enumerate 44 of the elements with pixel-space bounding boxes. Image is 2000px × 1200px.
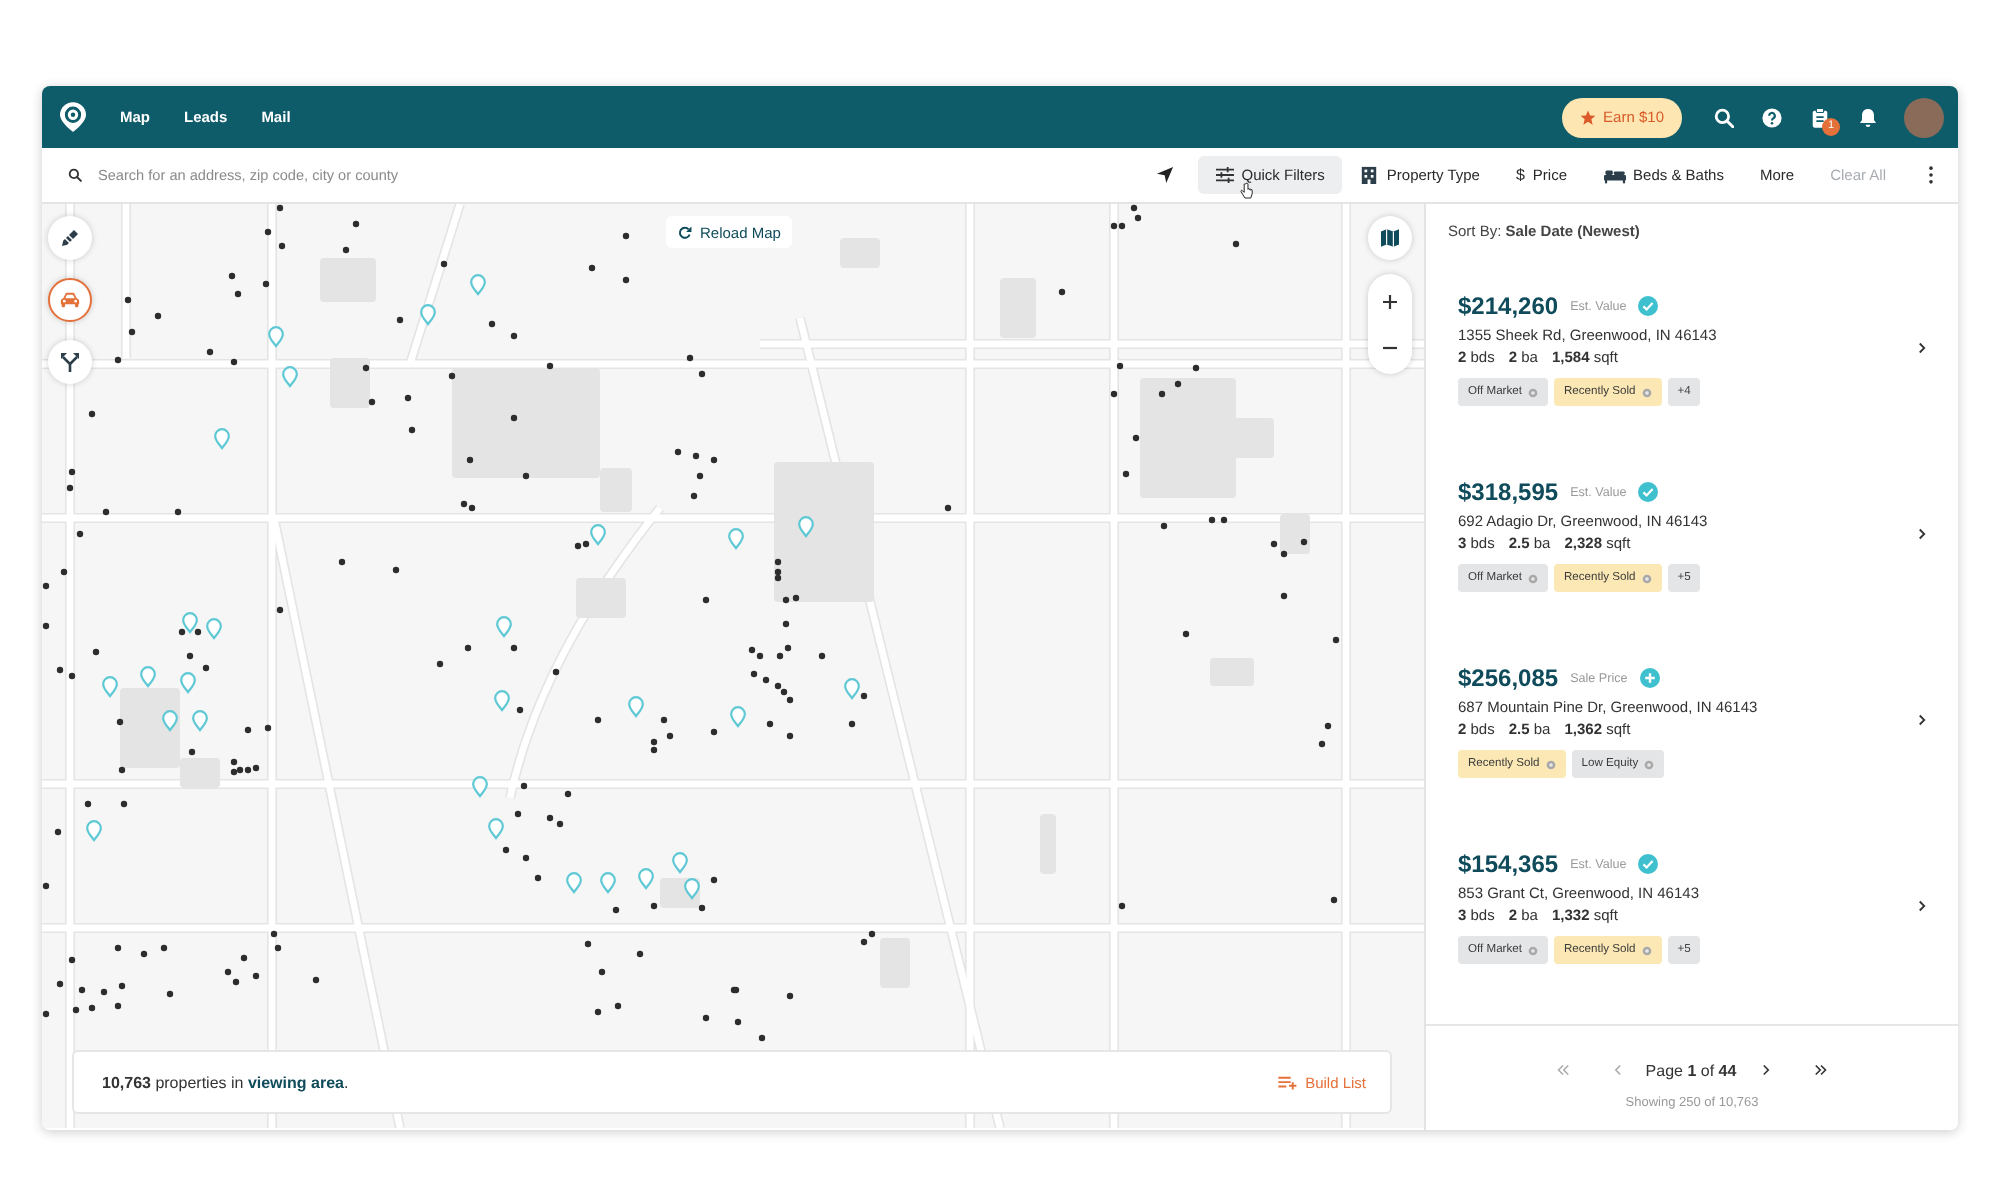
kebab-menu-icon[interactable] [1928,166,1934,184]
property-count-text: 10,763 properties in viewing area. [102,1073,349,1091]
info-icon [1527,945,1538,955]
info-icon [1545,759,1556,769]
next-page-icon[interactable] [1762,1064,1771,1076]
price-text: $214,260 [1458,292,1559,320]
search-icon[interactable] [1714,107,1734,127]
chevron-right-icon[interactable] [1918,714,1926,726]
search-icon [68,168,82,182]
chevron-right-icon[interactable] [1918,528,1926,540]
chevron-right-icon[interactable] [1918,342,1926,354]
info-icon [1641,573,1652,583]
sliders-icon [1215,166,1234,184]
hand-cursor-icon [1239,182,1254,200]
map-icon [1380,228,1400,248]
fork-icon [60,352,80,372]
plus-icon [1382,293,1398,309]
viewing-area-link[interactable]: viewing area [247,1073,344,1091]
building-icon [1360,166,1379,184]
chevron-right-icon[interactable] [1918,900,1926,912]
location-arrow-icon[interactable] [1155,166,1174,184]
avatar[interactable] [1904,97,1944,137]
info-icon [1527,387,1538,397]
bed-icon [1603,167,1626,183]
page-indicator: Page 1 of 44 [1645,1061,1737,1079]
clipboard-icon[interactable] [1810,107,1830,127]
last-page-icon[interactable] [1814,1064,1829,1076]
info-icon [1641,945,1652,955]
price-text: $154,365 [1458,850,1559,878]
info-icon [1641,387,1652,397]
bell-icon[interactable] [1858,107,1878,127]
refresh-icon [678,225,692,239]
building-footprint [576,578,626,618]
price-text: $318,595 [1458,478,1559,506]
info-icon [1644,759,1655,769]
car-icon [60,290,80,310]
map-pin-icon[interactable] [182,612,198,634]
logo-icon[interactable] [60,102,86,132]
info-icon [1527,573,1538,583]
list-add-icon [1277,1075,1298,1089]
pencil-icon [60,228,80,248]
star-icon [1579,109,1596,125]
help-icon[interactable] [1762,107,1782,127]
price-text: $256,085 [1458,664,1559,692]
